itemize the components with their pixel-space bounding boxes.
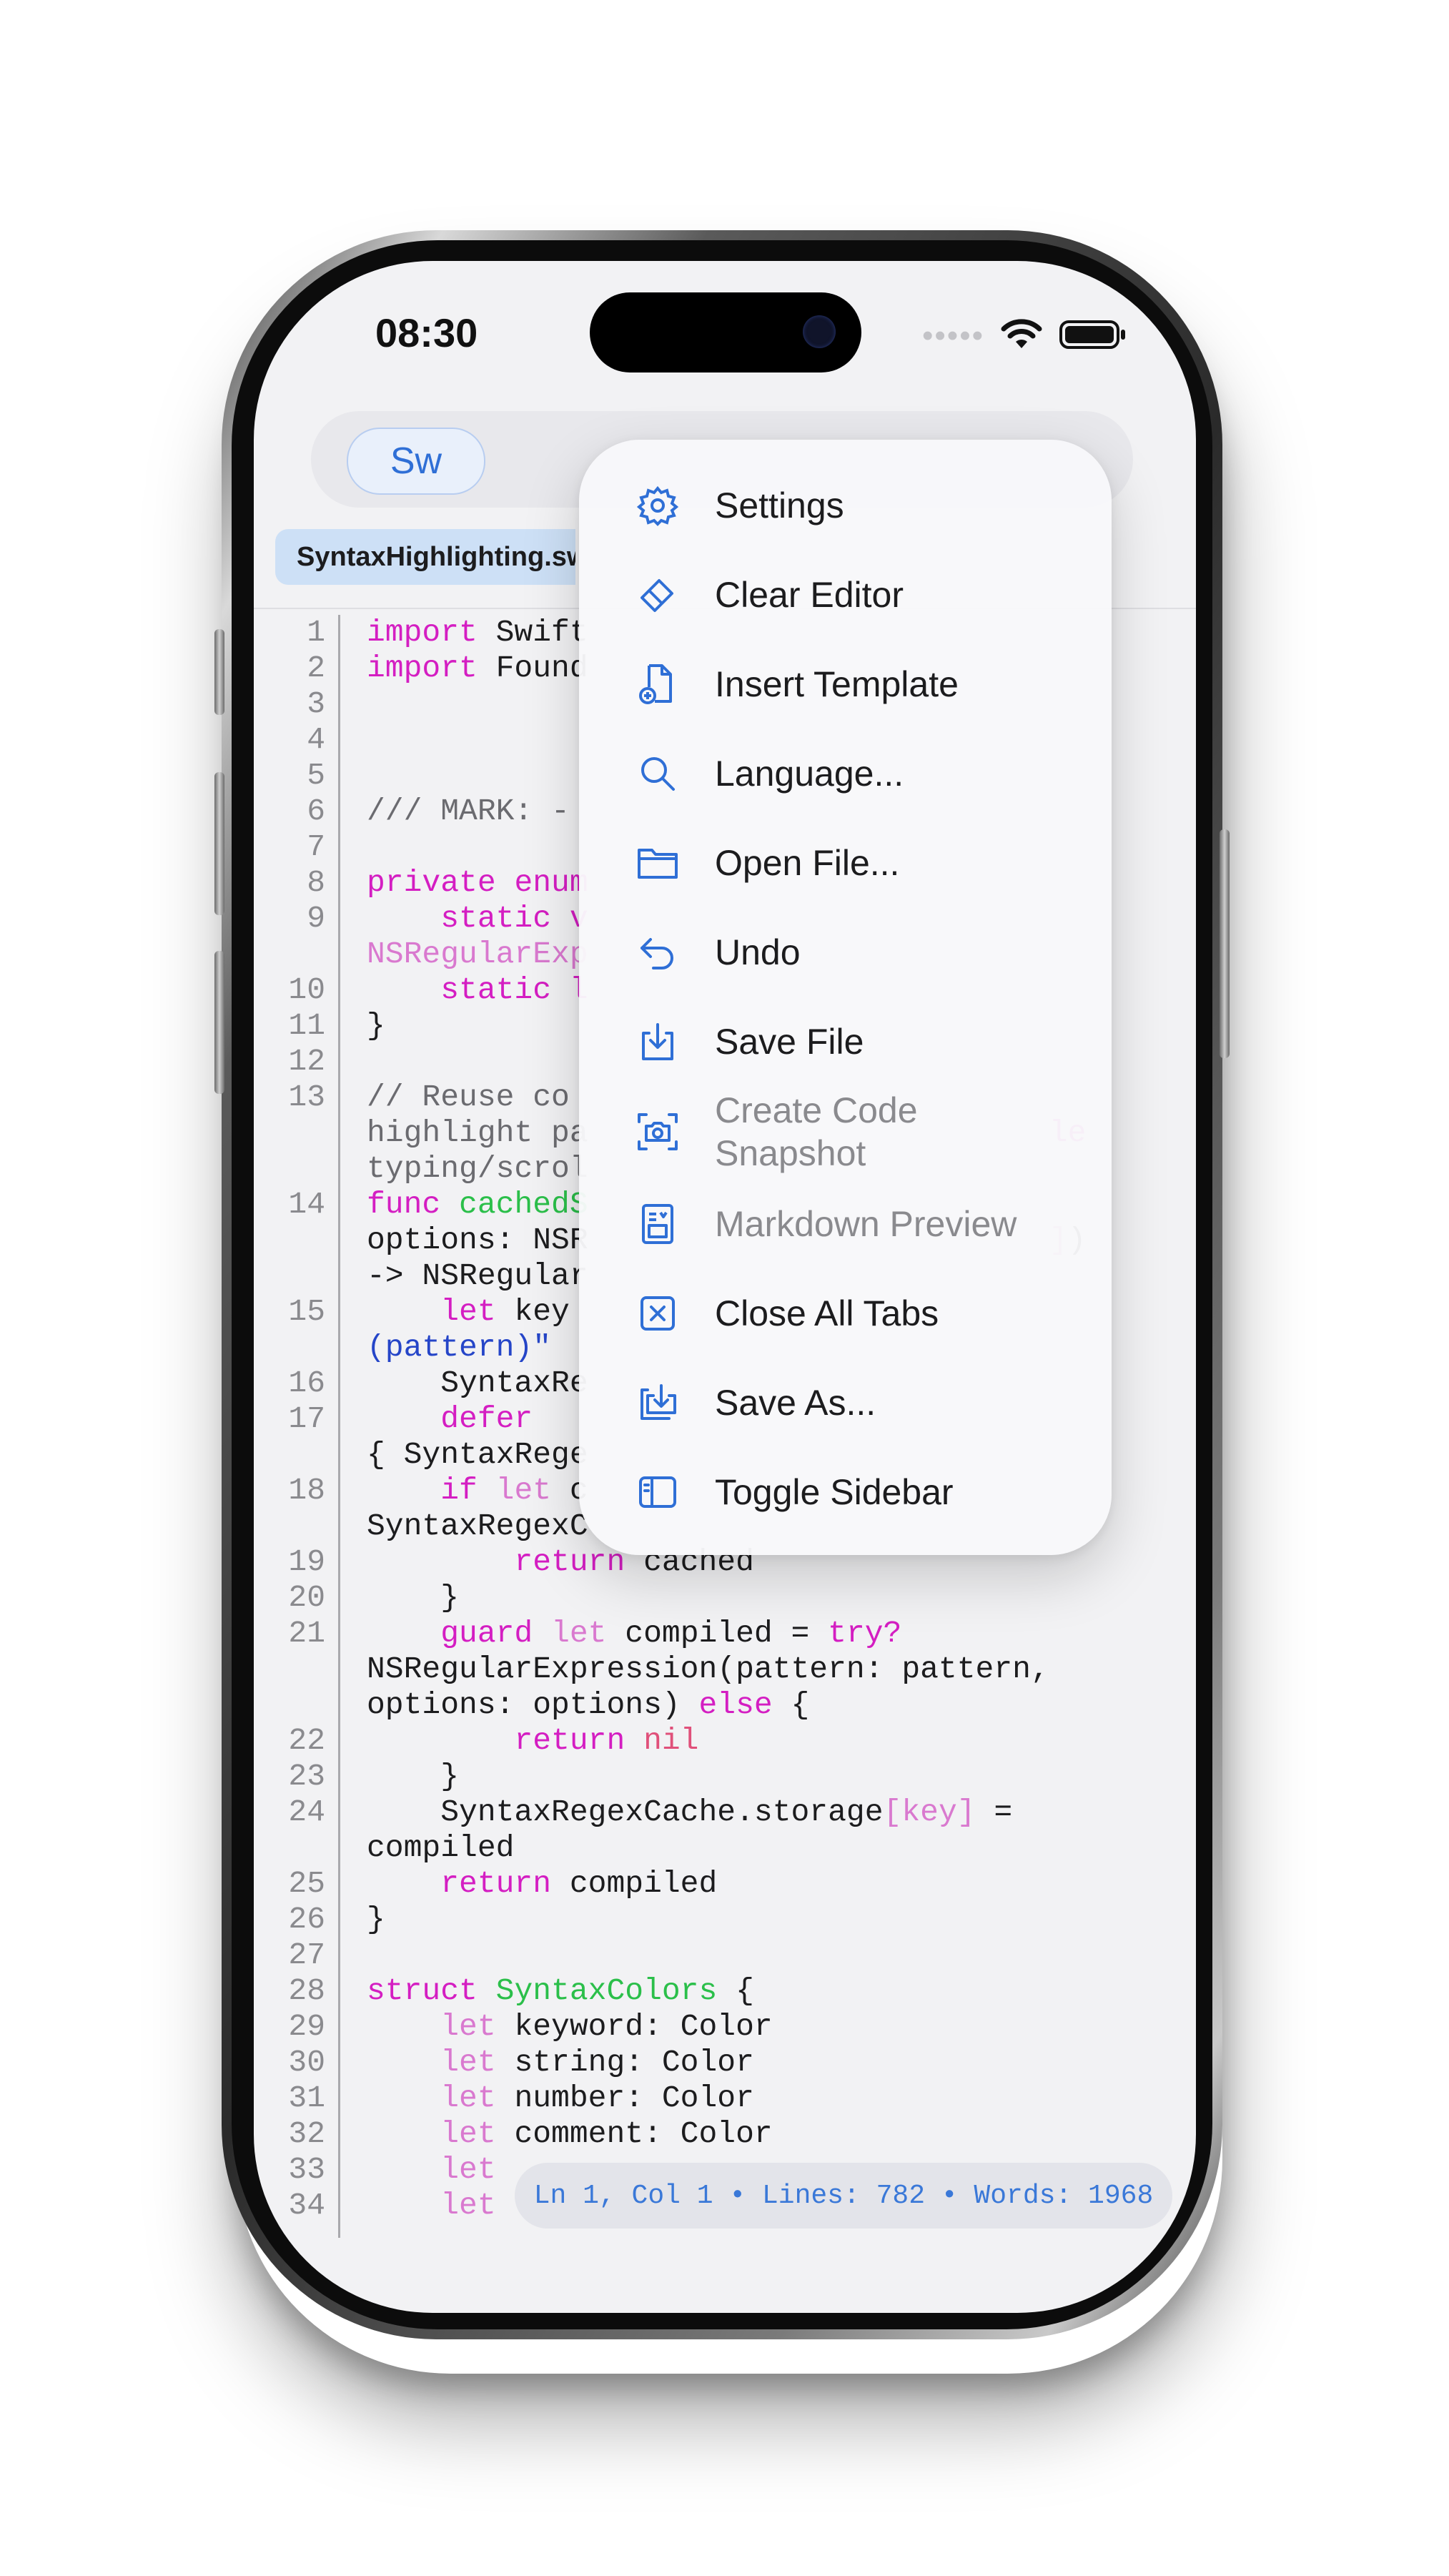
tab-syntaxhighlighting[interactable]: SyntaxHighlighting.sw (275, 529, 575, 585)
menu-item-create-code-snapshot[interactable]: Create Code Snapshot (579, 1083, 1112, 1180)
undo-arrow-icon (635, 929, 681, 975)
menu-item-insert-template[interactable]: Insert Template (579, 645, 1112, 724)
sidebar-icon (635, 1469, 681, 1515)
power-button (1220, 829, 1230, 1058)
menu-item-settings[interactable]: Settings (579, 466, 1112, 545)
dynamic-island (590, 292, 861, 372)
menu-item-language[interactable]: Language... (579, 734, 1112, 813)
camera-viewfinder-icon (635, 1109, 681, 1155)
menu-item-markdown-preview[interactable]: Markdown Preview (579, 1185, 1112, 1263)
editor-status-bar: Ln 1, Col 1 • Lines: 782 • Words: 1968 (515, 2163, 1172, 2229)
x-square-icon (635, 1291, 681, 1336)
language-pill[interactable]: Sw (347, 428, 485, 495)
battery-icon (1059, 318, 1127, 355)
menu-item-toggle-sidebar[interactable]: Toggle Sidebar (579, 1453, 1112, 1531)
menu-item-save-as[interactable]: Save As... (579, 1363, 1112, 1442)
eraser-icon (635, 572, 681, 618)
screen: 08:30 ••••• Sw SyntaxHighlighting.sw 1 im… (254, 261, 1196, 2313)
menu-item-clear-editor[interactable]: Clear Editor (579, 556, 1112, 634)
status-time: 08:30 (375, 310, 478, 355)
menu-item-save-file[interactable]: Save File (579, 1002, 1112, 1081)
menu-item-close-all-tabs[interactable]: Close All Tabs (579, 1274, 1112, 1353)
save-as-icon (635, 1380, 681, 1426)
status-indicators: ••••• (922, 318, 1127, 354)
signal-dots-icon: ••••• (922, 318, 985, 353)
wifi-icon (1000, 318, 1043, 355)
gutter-divider (338, 615, 340, 2238)
volume-down-button (214, 951, 224, 1094)
document-plus-icon (635, 661, 681, 707)
menu-item-undo[interactable]: Undo (579, 913, 1112, 992)
menu-item-open-file[interactable]: Open File... (579, 824, 1112, 902)
markdown-doc-icon (635, 1201, 681, 1247)
action-button (214, 629, 224, 715)
camera-icon (803, 315, 836, 348)
tray-arrow-down-icon (635, 1019, 681, 1065)
gear-icon (635, 483, 681, 528)
volume-up-button (214, 772, 224, 915)
magnifier-icon (635, 751, 681, 796)
folder-icon (635, 840, 681, 886)
overflow-menu: Settings Clear Editor Insert Template La… (579, 440, 1112, 1555)
